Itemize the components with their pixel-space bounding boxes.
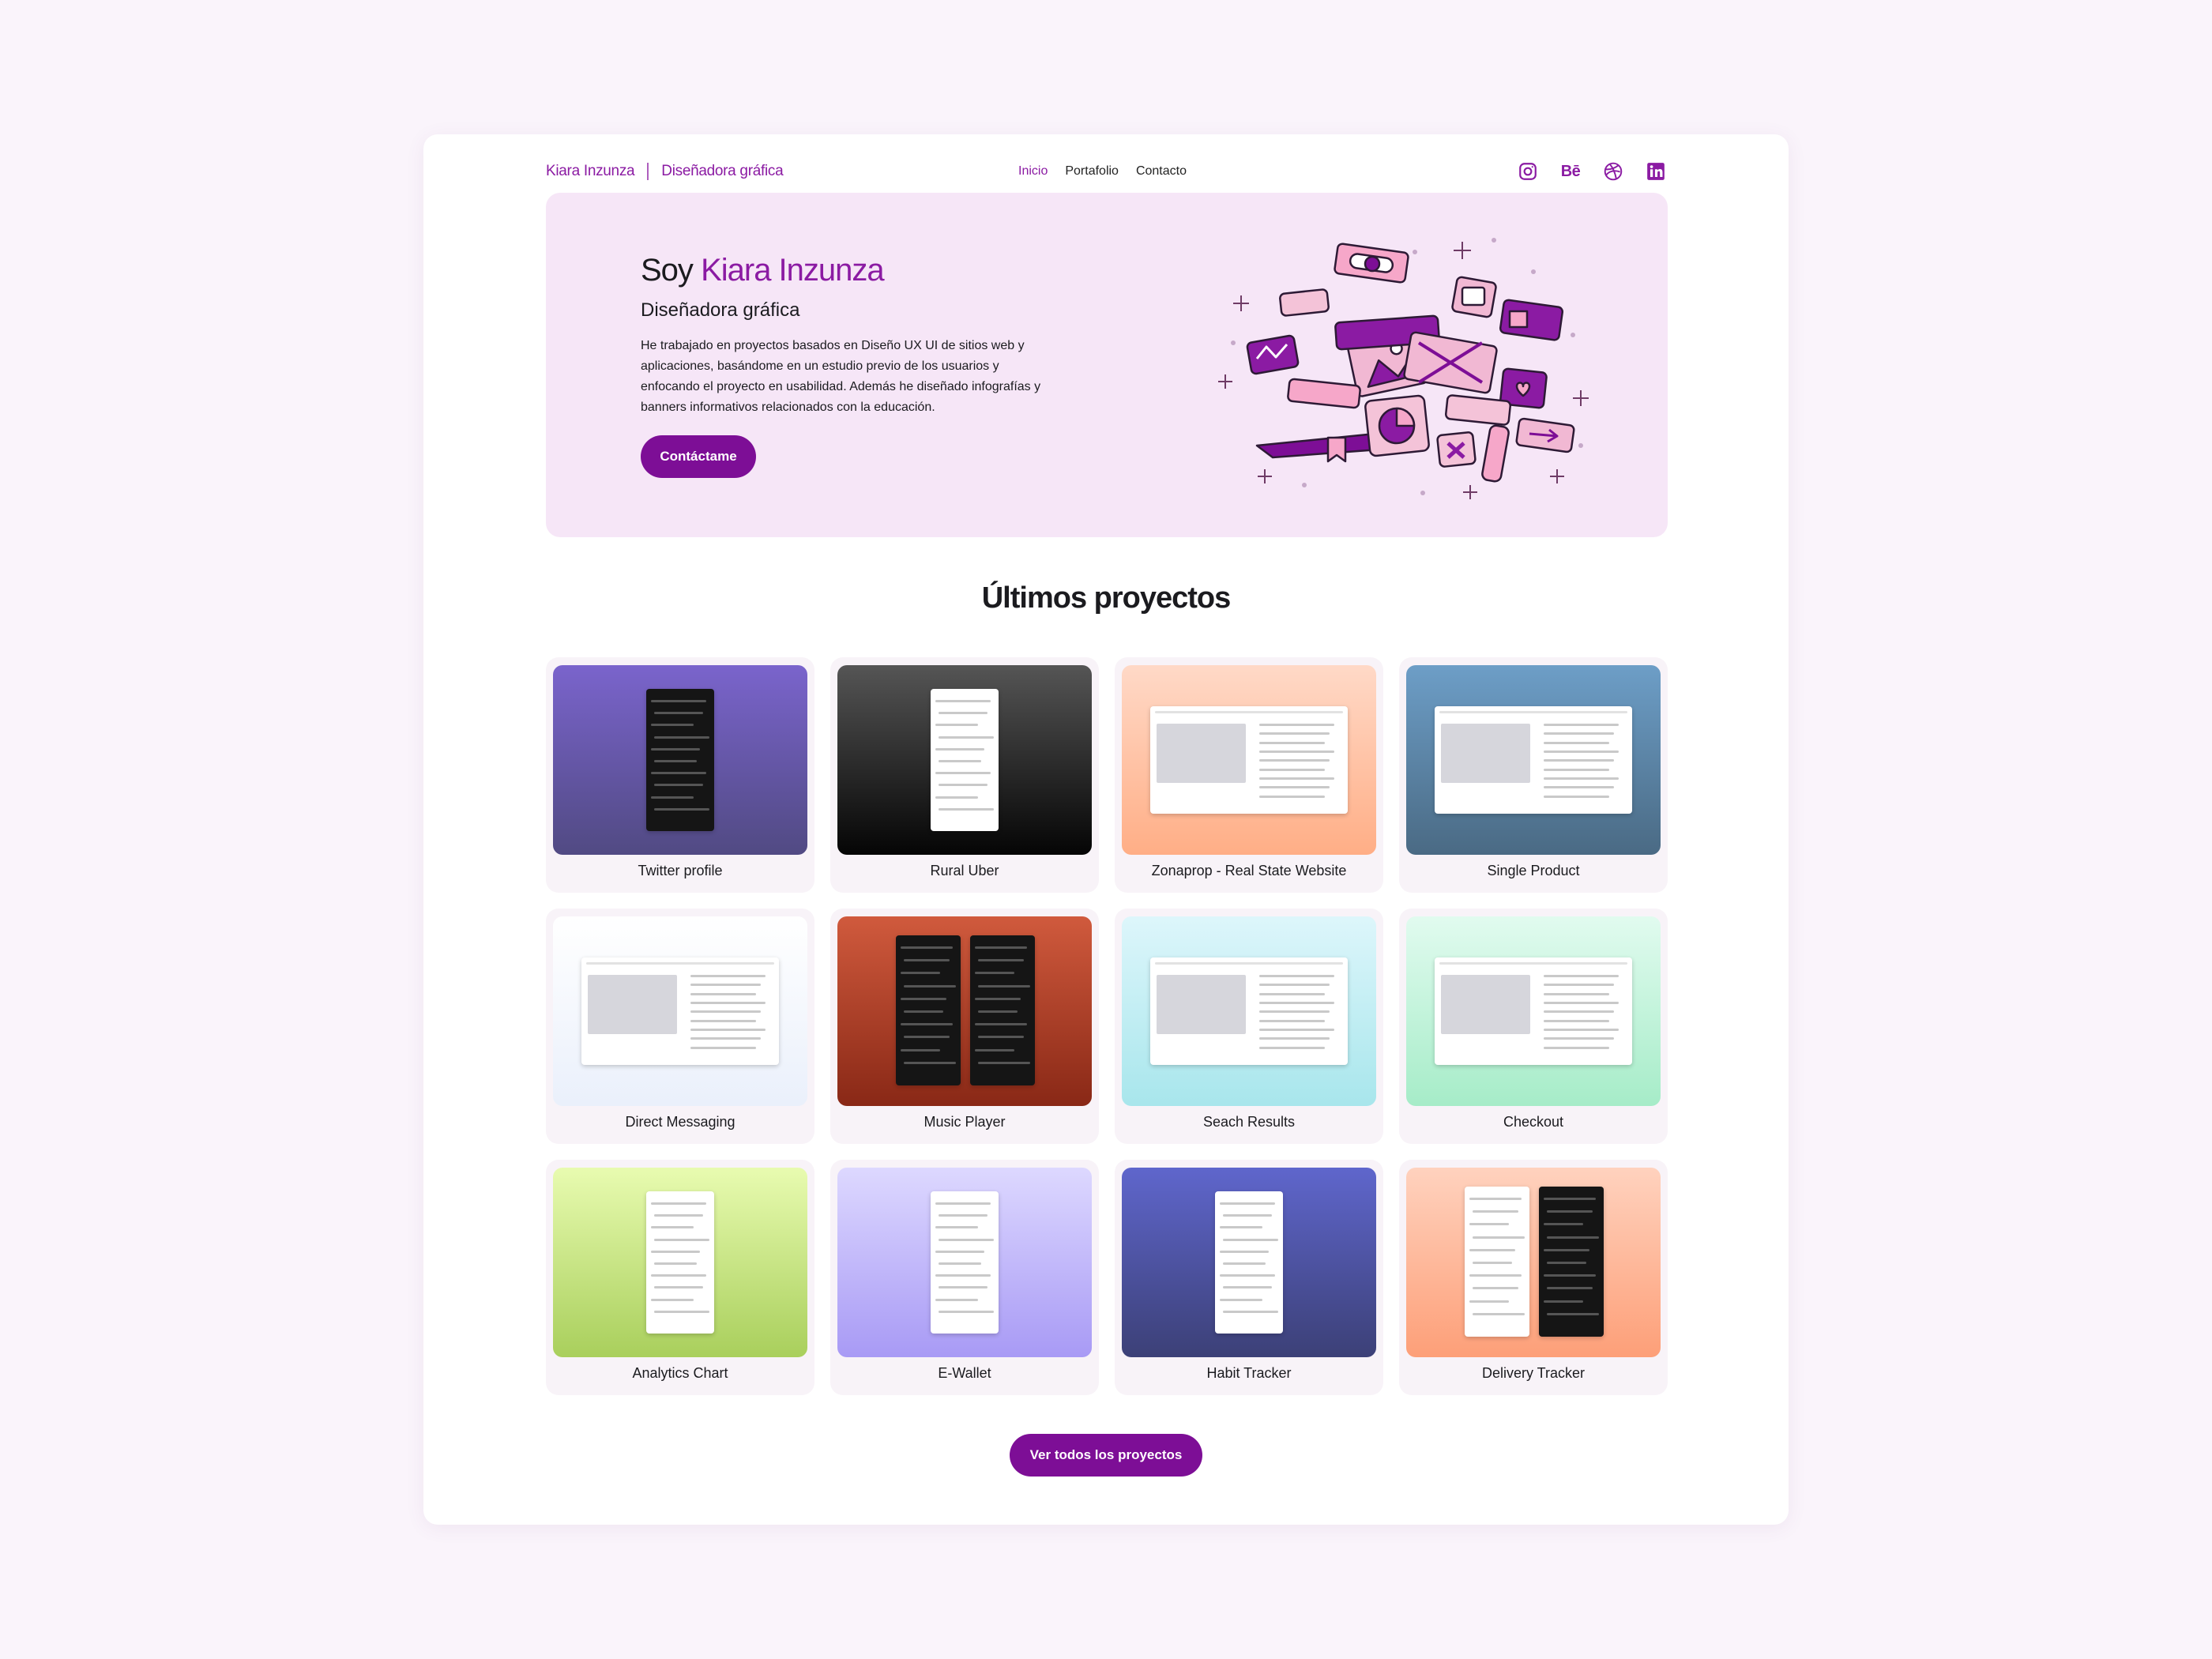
project-thumbnail[interactable] bbox=[1406, 665, 1661, 855]
social-links: Bē bbox=[1516, 160, 1668, 183]
nav-inicio[interactable]: Inicio bbox=[1018, 164, 1048, 179]
hero-illustration bbox=[1218, 238, 1589, 499]
project-card[interactable]: Direct Messaging bbox=[546, 908, 814, 1144]
project-card[interactable]: Seach Results bbox=[1115, 908, 1383, 1144]
hero-title-name: Kiara Inzunza bbox=[701, 253, 885, 288]
project-card[interactable]: Music Player bbox=[830, 908, 1099, 1144]
nav-contacto[interactable]: Contacto bbox=[1136, 164, 1187, 179]
project-thumbnail[interactable] bbox=[1406, 916, 1661, 1106]
hero-text: Soy Kiara Inzunza Diseñadora gráfica He … bbox=[641, 253, 1083, 478]
project-label: Single Product bbox=[1487, 863, 1580, 878]
contact-button[interactable]: Contáctame bbox=[641, 435, 756, 478]
hero-description: He trabajado en proyectos basados en Dis… bbox=[641, 339, 1041, 414]
project-label: Twitter profile bbox=[638, 863, 723, 878]
hero-title-prefix: Soy bbox=[641, 253, 694, 288]
brand-name: Kiara Inzunza bbox=[546, 163, 635, 179]
project-thumbnail[interactable] bbox=[1122, 1168, 1376, 1357]
project-label: Zonaprop - Real State Website bbox=[1151, 863, 1347, 878]
project-label: E-Wallet bbox=[938, 1365, 991, 1381]
project-label: Seach Results bbox=[1202, 1114, 1296, 1130]
project-card[interactable]: Rural Uber bbox=[830, 657, 1099, 893]
project-label: Habit Tracker bbox=[1206, 1365, 1292, 1381]
project-card[interactable]: Twitter profile bbox=[546, 657, 814, 893]
project-card[interactable]: Checkout bbox=[1399, 908, 1668, 1144]
dribbble-icon[interactable] bbox=[1601, 160, 1625, 183]
project-label: Rural Uber bbox=[930, 863, 999, 878]
project-card[interactable]: Single Product bbox=[1399, 657, 1668, 893]
hero-banner: Soy Kiara Inzunza Diseñadora gráfica He … bbox=[546, 193, 1668, 537]
project-thumbnail[interactable] bbox=[553, 1168, 807, 1357]
view-all-projects-button[interactable]: Ver todos los proyectos bbox=[1010, 1434, 1202, 1477]
project-label: Delivery Tracker bbox=[1481, 1365, 1586, 1381]
brand[interactable]: Kiara Inzunza Diseñadora gráfica bbox=[546, 163, 784, 180]
hero-title: Soy Kiara Inzunza bbox=[641, 253, 1083, 288]
project-thumbnail[interactable] bbox=[1122, 916, 1376, 1106]
project-card[interactable]: Habit Tracker bbox=[1115, 1160, 1383, 1395]
project-thumbnail[interactable] bbox=[837, 916, 1092, 1106]
main-nav: Inicio Portafolio Contacto bbox=[1018, 164, 1187, 179]
portfolio-page: Kiara Inzunza Diseñadora gráfica Inicio … bbox=[423, 134, 1789, 1525]
brand-role: Diseñadora gráfica bbox=[661, 163, 784, 179]
brand-divider bbox=[647, 163, 649, 180]
project-card[interactable]: E-Wallet bbox=[830, 1160, 1099, 1395]
site-header: Kiara Inzunza Diseñadora gráfica Inicio … bbox=[546, 149, 1668, 194]
linkedin-icon[interactable] bbox=[1644, 160, 1668, 183]
project-card[interactable]: Analytics Chart bbox=[546, 1160, 814, 1395]
project-label: Music Player bbox=[924, 1114, 1006, 1130]
project-card[interactable]: Delivery Tracker bbox=[1399, 1160, 1668, 1395]
project-thumbnail[interactable] bbox=[553, 665, 807, 855]
hero-subtitle: Diseñadora gráfica bbox=[641, 299, 800, 321]
project-label: Direct Messaging bbox=[625, 1114, 735, 1130]
instagram-icon[interactable] bbox=[1516, 160, 1540, 183]
project-card[interactable]: Zonaprop - Real State Website bbox=[1115, 657, 1383, 893]
projects-title: Últimos proyectos bbox=[981, 581, 1232, 615]
project-thumbnail[interactable] bbox=[837, 1168, 1092, 1357]
behance-icon[interactable]: Bē bbox=[1559, 160, 1582, 183]
project-thumbnail[interactable] bbox=[553, 916, 807, 1106]
project-thumbnail[interactable] bbox=[1122, 665, 1376, 855]
project-label: Analytics Chart bbox=[632, 1365, 728, 1381]
project-label: Checkout bbox=[1503, 1114, 1564, 1130]
project-thumbnail[interactable] bbox=[1406, 1168, 1661, 1357]
nav-portafolio[interactable]: Portafolio bbox=[1065, 164, 1119, 179]
project-thumbnail[interactable] bbox=[837, 665, 1092, 855]
